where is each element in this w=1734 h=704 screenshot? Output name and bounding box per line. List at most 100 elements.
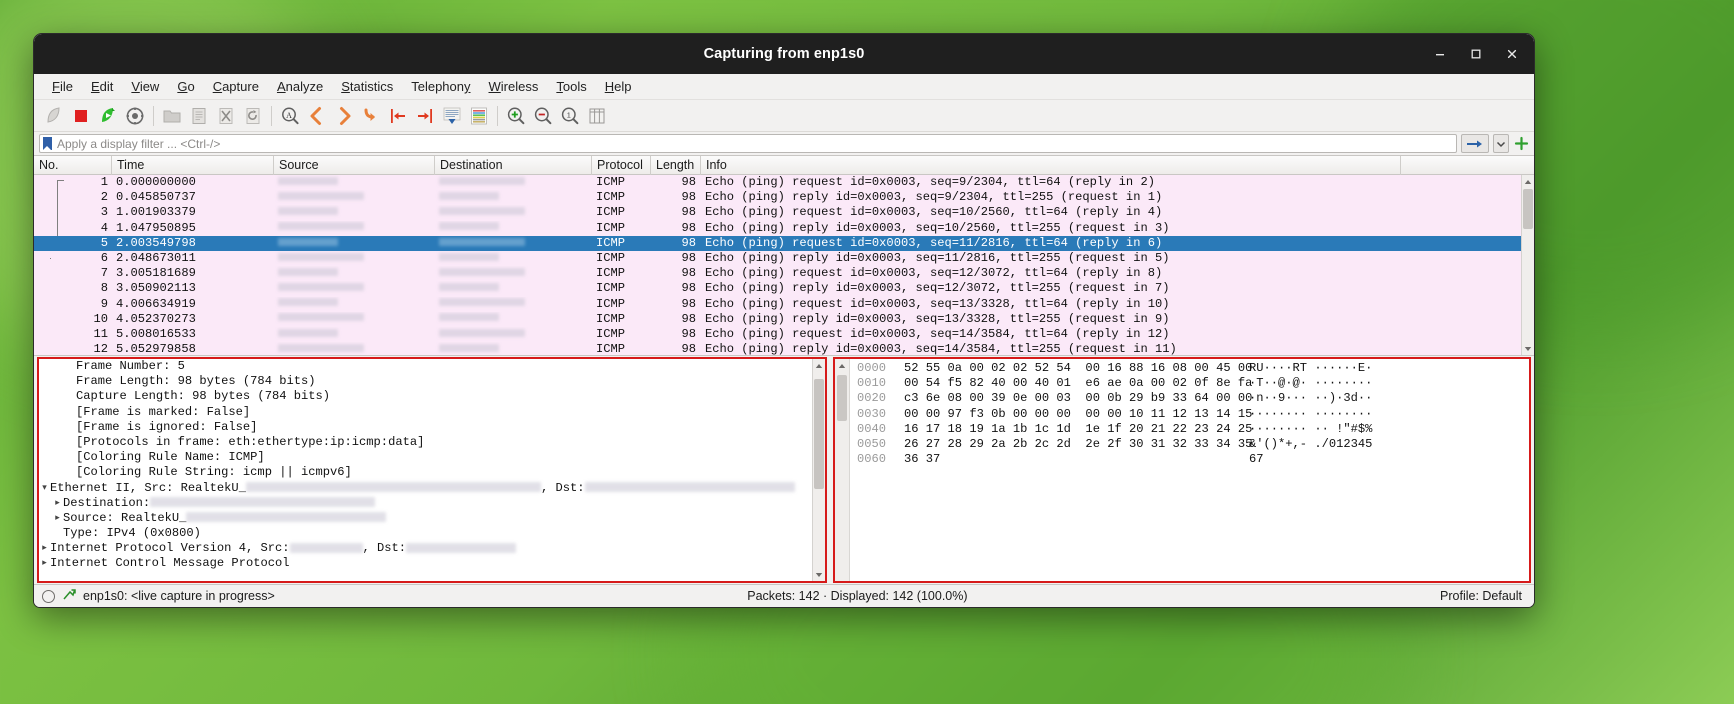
twisty-collapsed-icon[interactable]: ▸ <box>52 496 63 511</box>
go-back-icon[interactable] <box>304 103 330 129</box>
hex-dump-row[interactable]: 0040 16 17 18 19 1a 1b 1c 1d 1e 1f 20 21 … <box>850 422 1529 437</box>
packet-bytes-scroll-thumb[interactable] <box>837 375 847 421</box>
close-icon[interactable] <box>1500 42 1524 66</box>
restart-capture-icon[interactable] <box>95 103 121 129</box>
scroll-up-arrow-icon[interactable] <box>835 359 849 372</box>
packet-list-pane[interactable]: No. Time Source Destination Protocol Length In… <box>34 155 1534 356</box>
menu-item-wireless[interactable]: Wireless <box>480 77 548 96</box>
packet-details-scrollbar[interactable] <box>812 359 825 581</box>
column-header-destination[interactable]: Destination <box>435 155 592 175</box>
menu-item-tools[interactable]: Tools <box>547 77 595 96</box>
packet-details-pane[interactable]: Frame Number: 5 Frame Length: 98 bytes (… <box>37 357 827 583</box>
twisty-collapsed-icon[interactable]: ▸ <box>39 541 50 556</box>
expert-info-icon[interactable] <box>62 588 76 605</box>
zoom-in-icon[interactable] <box>503 103 529 129</box>
detail-row[interactable]: ▸ Internet Protocol Version 4, Src: , Dst… <box>39 541 825 556</box>
bookmark-icon[interactable] <box>43 137 52 150</box>
go-to-last-packet-icon[interactable] <box>412 103 438 129</box>
column-header-source[interactable]: Source <box>274 155 435 175</box>
maximize-icon[interactable] <box>1464 42 1488 66</box>
hex-dump-row[interactable]: 0060 36 37 67 <box>850 452 1529 467</box>
scroll-up-arrow-icon[interactable] <box>813 359 825 372</box>
hex-dump-row[interactable]: 0000 52 55 0a 00 02 02 52 54 00 16 88 16 … <box>850 361 1529 376</box>
scroll-down-arrow-icon[interactable] <box>1522 342 1534 355</box>
column-header-length[interactable]: Length <box>651 155 701 175</box>
detail-row[interactable]: [Frame is ignored: False] <box>39 420 825 435</box>
table-row[interactable]: 9 4.006634919 ICMP 98 Echo (ping) request id… <box>34 296 1534 312</box>
detail-row[interactable]: ▸ Destination: <box>39 496 825 511</box>
apply-filter-arrow-icon[interactable] <box>1461 134 1489 153</box>
hex-dump-row[interactable]: 0030 00 00 97 f3 0b 00 00 00 00 00 10 11 … <box>850 407 1529 422</box>
detail-row[interactable]: Type: IPv4 (0x0800) <box>39 526 825 541</box>
detail-row[interactable]: [Frame is marked: False] <box>39 405 825 420</box>
hex-dump[interactable]: 0000 52 55 0a 00 02 02 52 54 00 16 88 16 … <box>850 359 1529 581</box>
stop-capture-icon[interactable] <box>68 103 94 129</box>
table-row[interactable]: 2 0.045850737 ICMP 98 Echo (ping) reply id=0… <box>34 190 1534 206</box>
scroll-down-arrow-icon[interactable] <box>813 568 825 581</box>
packet-list-scroll-thumb[interactable] <box>1523 189 1533 229</box>
normal-size-icon[interactable]: 1 <box>557 103 583 129</box>
auto-scroll-icon[interactable] <box>439 103 465 129</box>
menu-item-view[interactable]: View <box>122 77 168 96</box>
packet-details-tree[interactable]: Frame Number: 5 Frame Length: 98 bytes (… <box>39 359 825 572</box>
hex-dump-row[interactable]: 0010 00 54 f5 82 40 00 40 01 e6 ae 0a 00 … <box>850 376 1529 391</box>
menu-item-telephony[interactable]: Telephony <box>402 77 479 96</box>
column-header-info[interactable]: Info <box>701 155 1401 175</box>
table-row[interactable]: 11 5.008016533 ICMP 98 Echo (ping) request i… <box>34 326 1534 343</box>
table-row[interactable]: 7 3.005181689 ICMP 98 Echo (ping) request id… <box>34 266 1534 282</box>
detail-row[interactable]: ▸ Source: RealtekU_ <box>39 511 825 526</box>
column-header-no[interactable]: No. <box>34 155 112 175</box>
packet-list-scrollbar[interactable] <box>1521 175 1534 355</box>
start-capture-icon[interactable] <box>41 103 67 129</box>
detail-row[interactable]: Frame Number: 5 <box>39 359 825 374</box>
zoom-out-icon[interactable] <box>530 103 556 129</box>
packet-list-header[interactable]: No. Time Source Destination Protocol Length In… <box>34 155 1534 175</box>
table-row[interactable]: 8 3.050902113 ICMP 98 Echo (ping) reply id=0… <box>34 281 1534 297</box>
go-to-packet-icon[interactable] <box>358 103 384 129</box>
go-to-first-packet-icon[interactable] <box>385 103 411 129</box>
colorize-icon[interactable] <box>466 103 492 129</box>
twisty-expanded-icon[interactable]: ▾ <box>39 481 50 496</box>
save-file-icon[interactable] <box>186 103 212 129</box>
table-row[interactable]: 5 2.003549798 ICMP 98 Echo (ping) request id… <box>34 235 1534 251</box>
menu-item-analyze[interactable]: Analyze <box>268 77 332 96</box>
hex-dump-row[interactable]: 0020 c3 6e 08 00 39 0e 00 03 00 0b 29 b9 … <box>850 391 1529 406</box>
packet-bytes-pane[interactable]: 0000 52 55 0a 00 02 02 52 54 00 16 88 16 … <box>833 357 1531 583</box>
table-row[interactable]: 4 1.047950895 ICMP 98 Echo (ping) reply id=0… <box>34 220 1534 236</box>
table-row[interactable]: 3 1.001903379 ICMP 98 Echo (ping) request id… <box>34 205 1534 221</box>
hex-dump-row[interactable]: 0050 26 27 28 29 2a 2b 2c 2d 2e 2f 30 31 … <box>850 437 1529 452</box>
scroll-up-arrow-icon[interactable] <box>1522 175 1534 188</box>
detail-row[interactable]: Capture Length: 98 bytes (784 bits) <box>39 389 825 404</box>
reload-file-icon[interactable] <box>240 103 266 129</box>
detail-row[interactable]: ▾ Ethernet II, Src: RealtekU_ , Dst: <box>39 481 825 496</box>
detail-row[interactable]: ▸ Internet Control Message Protocol <box>39 556 825 571</box>
table-row[interactable]: 6 2.048673011 ICMP 98 Echo (ping) reply id=0… <box>34 250 1534 267</box>
detail-row[interactable]: Frame Length: 98 bytes (784 bits) <box>39 374 825 389</box>
capture-status-icon[interactable] <box>42 589 55 603</box>
table-row[interactable]: 12 5.052979858 ICMP 98 Echo (ping) reply id=… <box>34 342 1534 355</box>
menu-item-edit[interactable]: Edit <box>82 77 122 96</box>
menu-item-capture[interactable]: Capture <box>204 77 268 96</box>
find-packet-icon[interactable]: A <box>277 103 303 129</box>
capture-options-icon[interactable] <box>122 103 148 129</box>
close-file-icon[interactable] <box>213 103 239 129</box>
chevron-down-icon[interactable] <box>1493 134 1509 153</box>
packet-list-rows[interactable]: 1 0.000000000 ICMP 98 Echo (ping) request id… <box>34 175 1534 355</box>
open-file-icon[interactable] <box>159 103 185 129</box>
detail-row[interactable]: [Coloring Rule Name: ICMP] <box>39 450 825 465</box>
go-forward-icon[interactable] <box>331 103 357 129</box>
detail-row[interactable]: [Coloring Rule String: icmp || icmpv6] <box>39 465 825 480</box>
menu-item-file[interactable]: File <box>43 77 82 96</box>
twisty-collapsed-icon[interactable]: ▸ <box>52 511 63 526</box>
detail-row[interactable]: [Protocols in frame: eth:ethertype:ip:ic… <box>39 435 825 450</box>
resize-columns-icon[interactable] <box>584 103 610 129</box>
packet-bytes-scrollbar[interactable] <box>835 359 850 581</box>
menu-item-help[interactable]: Help <box>596 77 641 96</box>
table-row[interactable]: 10 4.052370273 ICMP 98 Echo (ping) reply id=… <box>34 311 1534 327</box>
menu-item-go[interactable]: Go <box>168 77 203 96</box>
add-filter-button-icon[interactable] <box>1513 136 1529 152</box>
packet-details-scroll-thumb[interactable] <box>814 379 824 489</box>
minimize-icon[interactable] <box>1428 42 1452 66</box>
column-header-time[interactable]: Time <box>112 155 274 175</box>
column-header-protocol[interactable]: Protocol <box>592 155 651 175</box>
